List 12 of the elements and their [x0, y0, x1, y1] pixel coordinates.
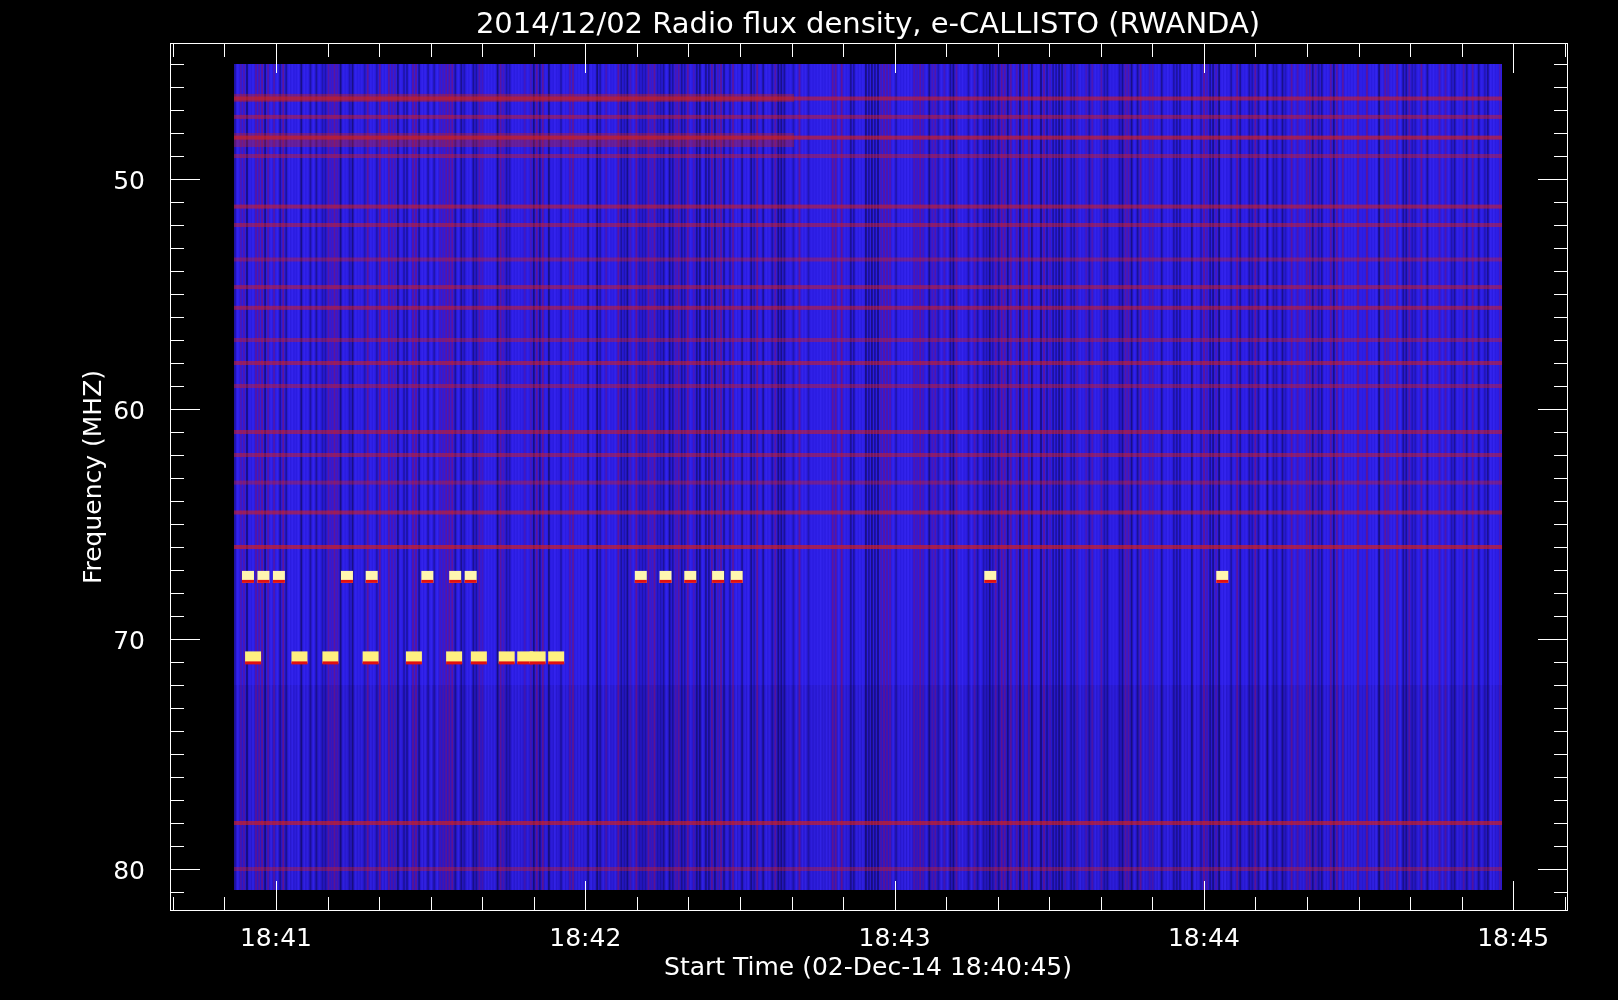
tick-label: 18:43 — [858, 923, 931, 952]
tick-label: 18:45 — [1477, 923, 1550, 952]
tick-label: 50 — [113, 166, 145, 195]
tick-label: 70 — [113, 626, 145, 655]
tick-label: 60 — [113, 396, 145, 425]
tick-label: 18:41 — [240, 923, 312, 952]
tick-label: 80 — [113, 856, 145, 885]
tick-label: 18:44 — [1167, 923, 1240, 952]
tick-label: 18:42 — [549, 923, 622, 952]
axis-title: Frequency (MHZ) — [78, 369, 107, 585]
chart-title: 2014/12/02 Radio flux density, e-CALLISTO (RWANDA) — [475, 6, 1261, 40]
axis-title: Start Time (02-Dec-14 18:40:45) — [664, 952, 1072, 981]
